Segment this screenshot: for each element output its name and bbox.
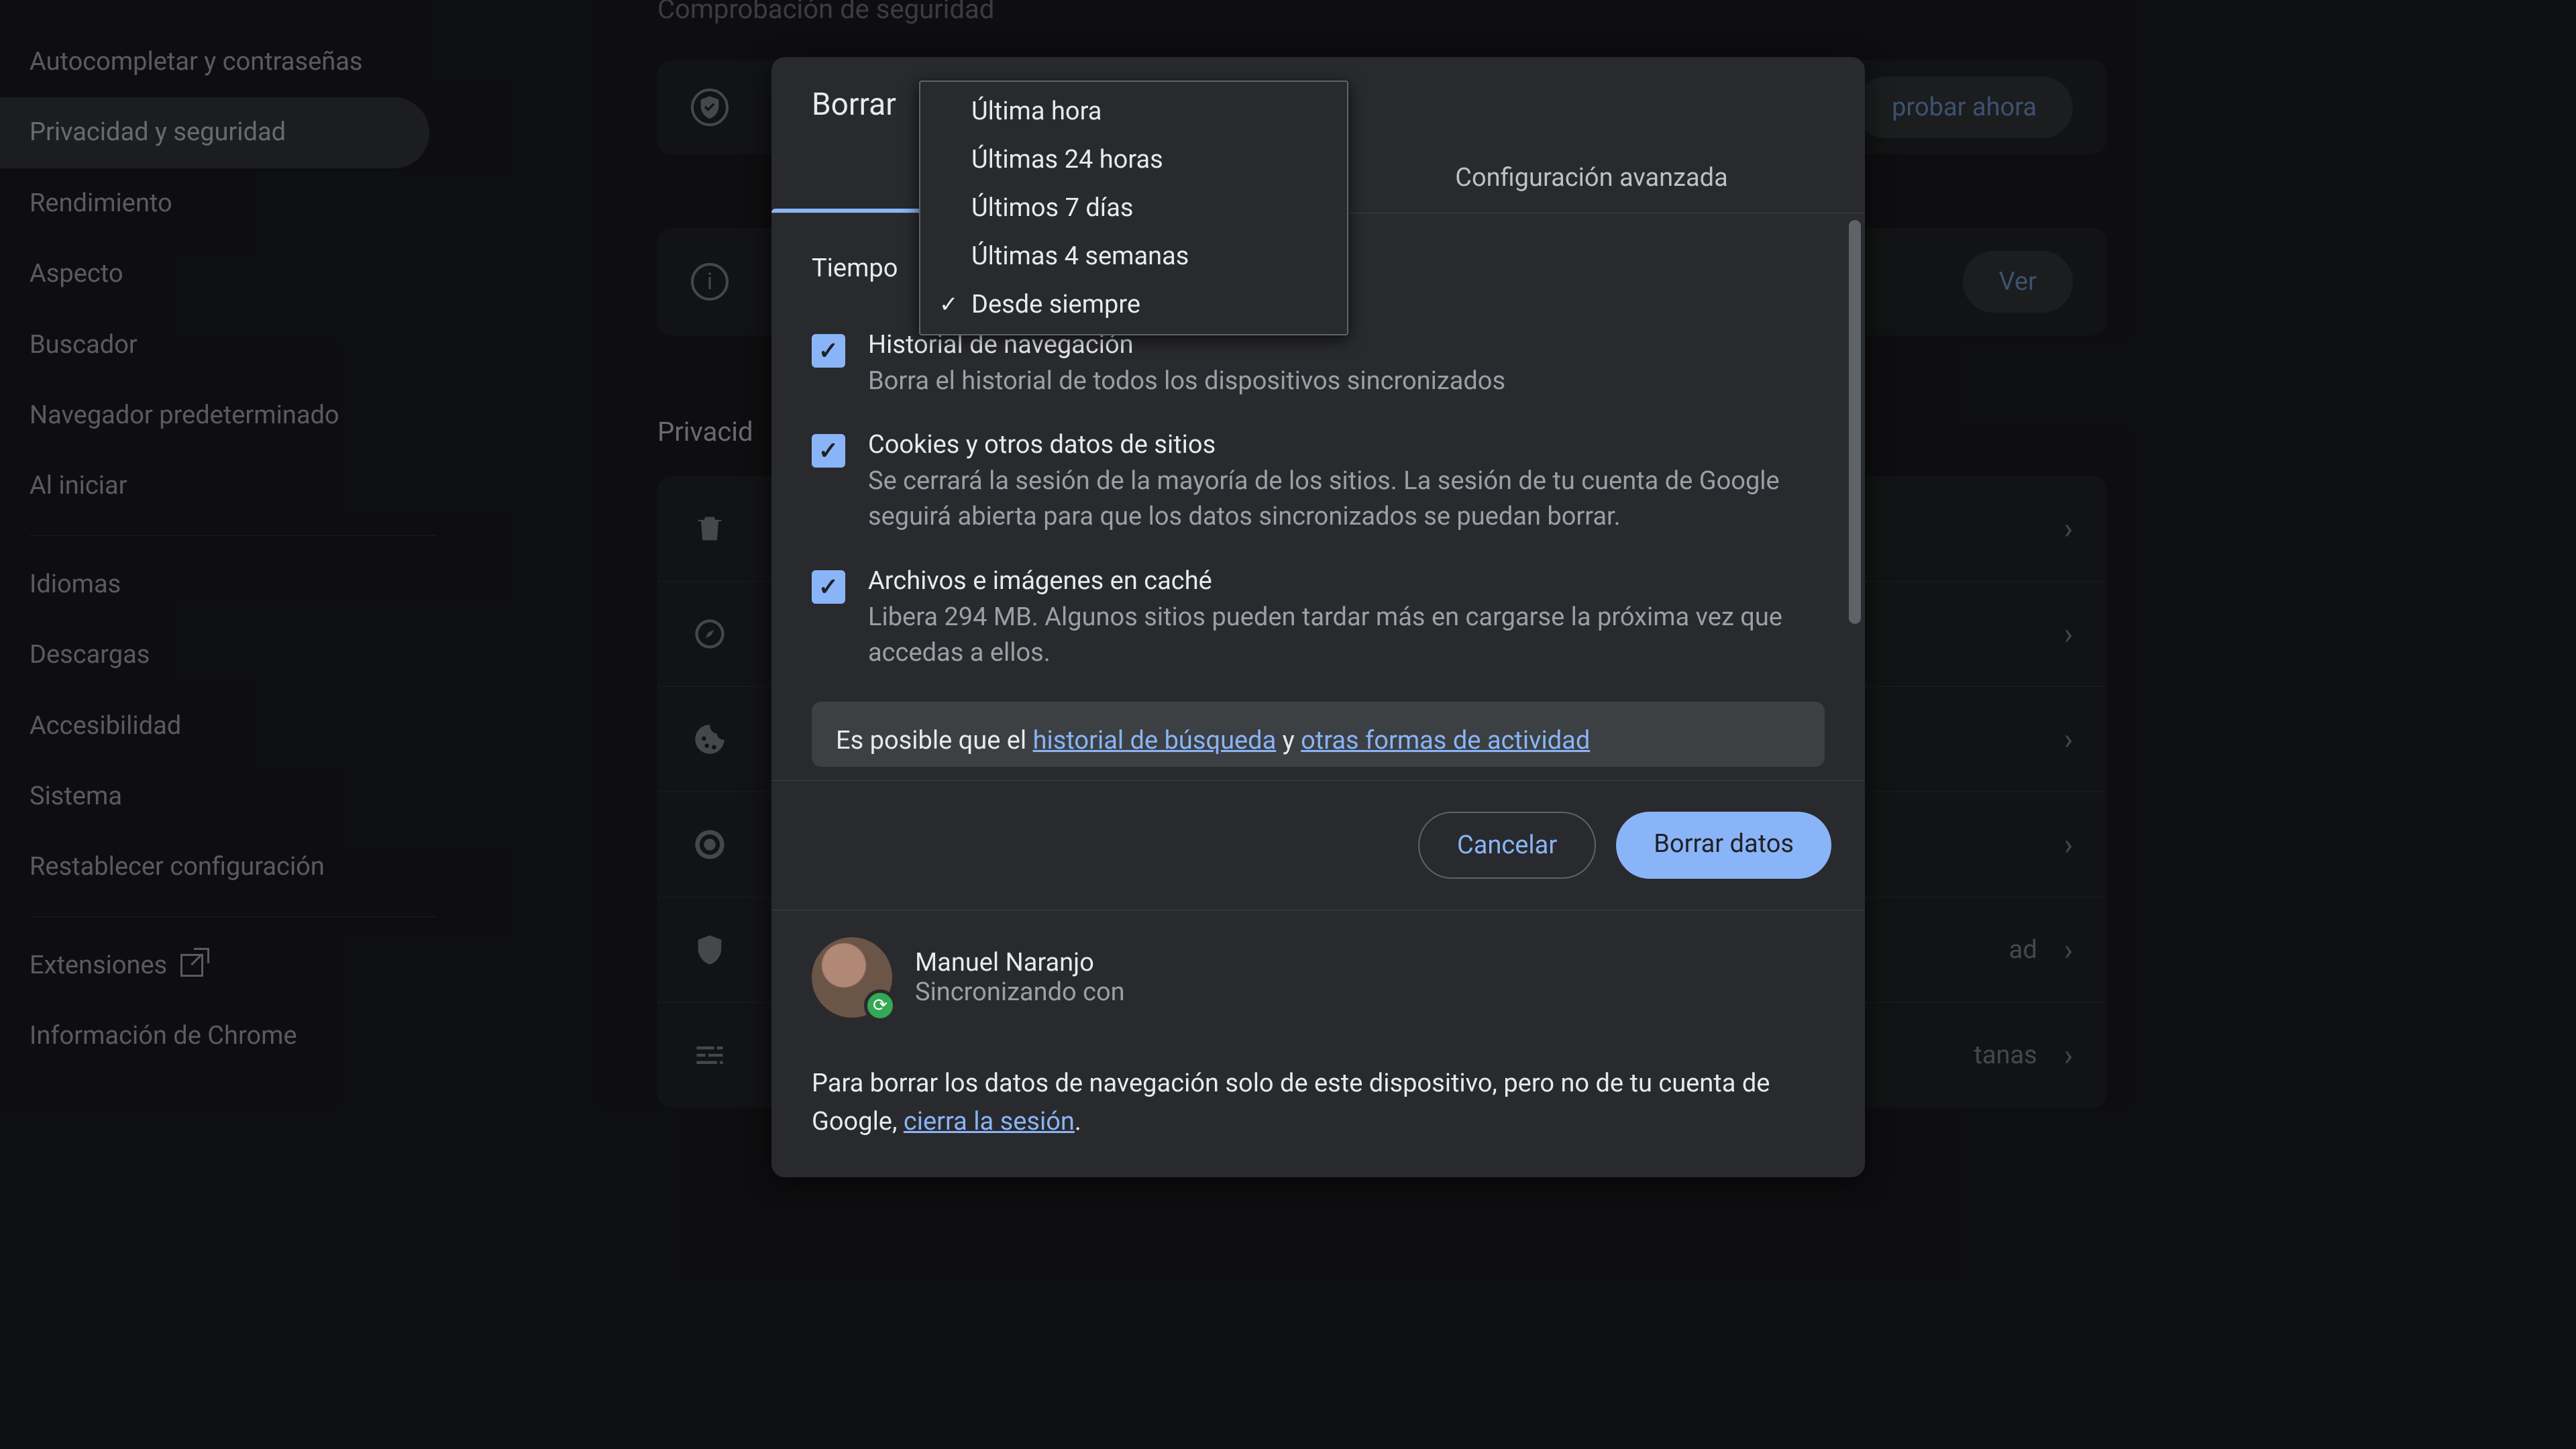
- checkbox-icon: [812, 434, 845, 468]
- checkbox-browsing-history[interactable]: Historial de navegación Borra el histori…: [812, 330, 1825, 399]
- account-status: Sincronizando con: [915, 977, 1125, 1007]
- checkbox-description: Borra el historial de todos los disposit…: [868, 364, 1505, 399]
- checkbox-title: Archivos e imágenes en caché: [868, 566, 1825, 596]
- checkbox-cookies[interactable]: Cookies y otros datos de sitios Se cerra…: [812, 430, 1825, 535]
- checkbox-description: Libera 294 MB. Algunos sitios pueden tar…: [868, 600, 1825, 671]
- avatar: ⟳: [812, 937, 892, 1018]
- other-activity-link[interactable]: otras formas de actividad: [1301, 726, 1590, 755]
- cancel-button[interactable]: Cancelar: [1418, 812, 1596, 879]
- dropdown-option-selected[interactable]: Desde siempre: [920, 280, 1347, 329]
- scrollbar[interactable]: [1849, 220, 1861, 773]
- tab-advanced[interactable]: Configuración avanzada: [1318, 146, 1865, 213]
- account-row: ⟳ Manuel Naranjo Sincronizando con: [771, 910, 1865, 1044]
- info-note: Es posible que el historial de búsqueda …: [812, 702, 1825, 767]
- checkbox-description: Se cerrará la sesión de la mayoría de lo…: [868, 464, 1825, 535]
- dropdown-option[interactable]: Última hora: [920, 87, 1347, 136]
- search-history-link[interactable]: historial de búsqueda: [1033, 726, 1277, 755]
- time-range-dropdown: Última hora Últimas 24 horas Últimos 7 d…: [919, 80, 1348, 335]
- footer-note: Para borrar los datos de navegación solo…: [771, 1044, 1865, 1177]
- checkbox-title: Cookies y otros datos de sitios: [868, 430, 1825, 460]
- clear-data-button[interactable]: Borrar datos: [1616, 812, 1831, 879]
- checkbox-icon: [812, 570, 845, 604]
- checkbox-icon: [812, 334, 845, 368]
- checkbox-cache[interactable]: Archivos e imágenes en caché Libera 294 …: [812, 566, 1825, 671]
- dropdown-option[interactable]: Últimas 24 horas: [920, 136, 1347, 184]
- sign-out-link[interactable]: cierra la sesión: [904, 1107, 1075, 1136]
- dropdown-option[interactable]: Últimos 7 días: [920, 184, 1347, 232]
- scrollbar-thumb[interactable]: [1849, 220, 1861, 624]
- dropdown-option[interactable]: Últimas 4 semanas: [920, 232, 1347, 280]
- sync-badge-icon: ⟳: [864, 989, 896, 1022]
- time-range-label: Tiempo: [812, 254, 898, 283]
- account-name: Manuel Naranjo: [915, 948, 1125, 977]
- dialog-actions: Cancelar Borrar datos: [771, 780, 1865, 910]
